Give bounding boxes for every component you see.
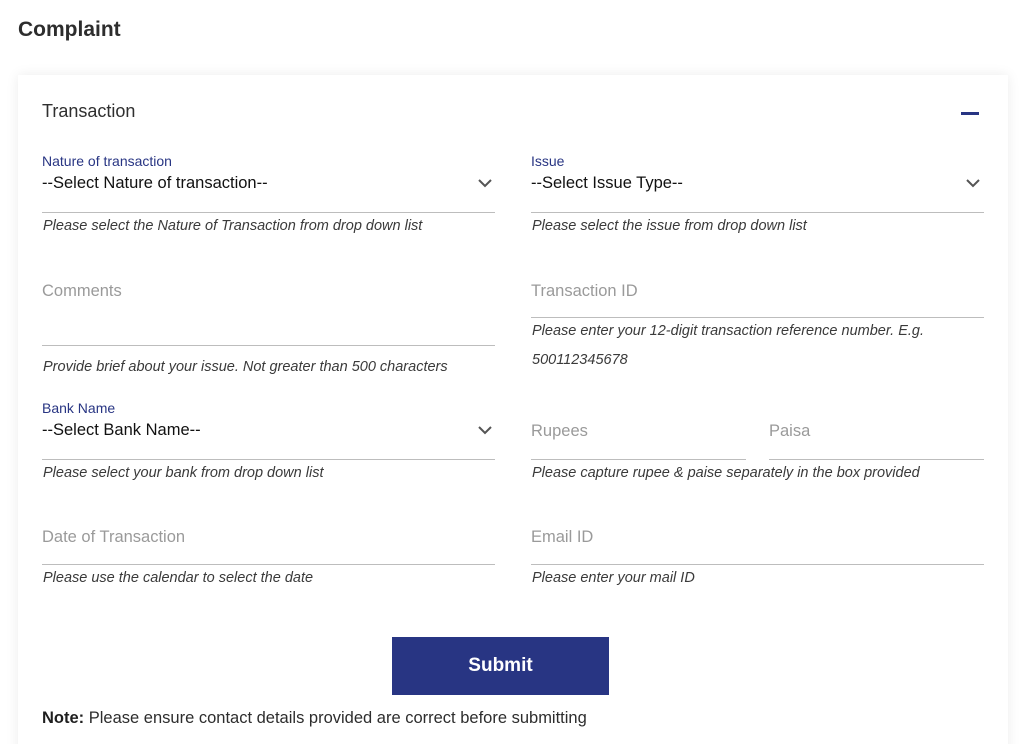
- comments-placeholder: Comments: [42, 282, 122, 300]
- note: Note: Please ensure contact details prov…: [42, 709, 587, 728]
- date-of-transaction-field[interactable]: Date of Transaction Please use the calen…: [42, 527, 495, 597]
- chevron-down-icon: [478, 179, 492, 188]
- date-placeholder: Date of Transaction: [42, 528, 186, 546]
- issue-value: --Select Issue Type--: [531, 174, 683, 192]
- transaction-card: Transaction Nature of transaction --Sele…: [18, 75, 1008, 744]
- email-hint: Please enter your mail ID: [532, 570, 695, 586]
- section-title: Transaction: [42, 101, 136, 121]
- transaction-id-placeholder: Transaction ID: [531, 282, 638, 300]
- nature-hint: Please select the Nature of Transaction …: [43, 218, 423, 234]
- comments-hint: Provide brief about your issue. Not grea…: [43, 359, 448, 375]
- rupees-field[interactable]: Rupees: [531, 421, 746, 461]
- collapse-button[interactable]: [959, 103, 981, 123]
- comments-underline: [42, 345, 495, 346]
- chevron-down-icon: [478, 426, 492, 435]
- email-placeholder: Email ID: [531, 528, 594, 546]
- chevron-down-icon: [966, 179, 980, 188]
- bank-name-label: Bank Name: [42, 400, 116, 416]
- amount-hint: Please capture rupee & paise separately …: [532, 465, 920, 481]
- transaction-id-hint-line2: 500112345678: [532, 352, 628, 368]
- paisa-field[interactable]: Paisa: [769, 421, 984, 461]
- comments-field[interactable]: Comments Provide brief about your issue.…: [42, 281, 495, 381]
- paisa-placeholder: Paisa: [769, 422, 811, 440]
- issue-label: Issue: [531, 153, 565, 169]
- rupees-placeholder: Rupees: [531, 422, 588, 440]
- email-field[interactable]: Email ID Please enter your mail ID: [531, 527, 984, 597]
- nature-of-transaction-select[interactable]: Nature of transaction --Select Nature of…: [42, 153, 495, 241]
- transaction-id-hint-line1: Please enter your 12-digit transaction r…: [532, 323, 924, 339]
- note-text: Please ensure contact details provided a…: [88, 709, 587, 727]
- bank-name-value: --Select Bank Name--: [42, 421, 201, 439]
- submit-button[interactable]: Submit: [392, 637, 609, 695]
- bank-hint: Please select your bank from drop down l…: [43, 465, 324, 481]
- page: Complaint Transaction Nature of transact…: [0, 0, 1028, 744]
- issue-hint: Please select the issue from drop down l…: [532, 218, 807, 234]
- page-title: Complaint: [18, 18, 121, 41]
- nature-of-transaction-label: Nature of transaction: [42, 153, 172, 169]
- minus-icon: [961, 111, 979, 115]
- nature-of-transaction-value: --Select Nature of transaction--: [42, 174, 268, 192]
- note-label: Note:: [42, 709, 85, 727]
- transaction-id-field[interactable]: Transaction ID Please enter your 12-digi…: [531, 281, 984, 381]
- bank-name-select[interactable]: Bank Name --Select Bank Name-- Please se…: [42, 400, 495, 488]
- date-hint: Please use the calendar to select the da…: [43, 570, 314, 586]
- issue-select[interactable]: Issue --Select Issue Type-- Please selec…: [531, 153, 984, 241]
